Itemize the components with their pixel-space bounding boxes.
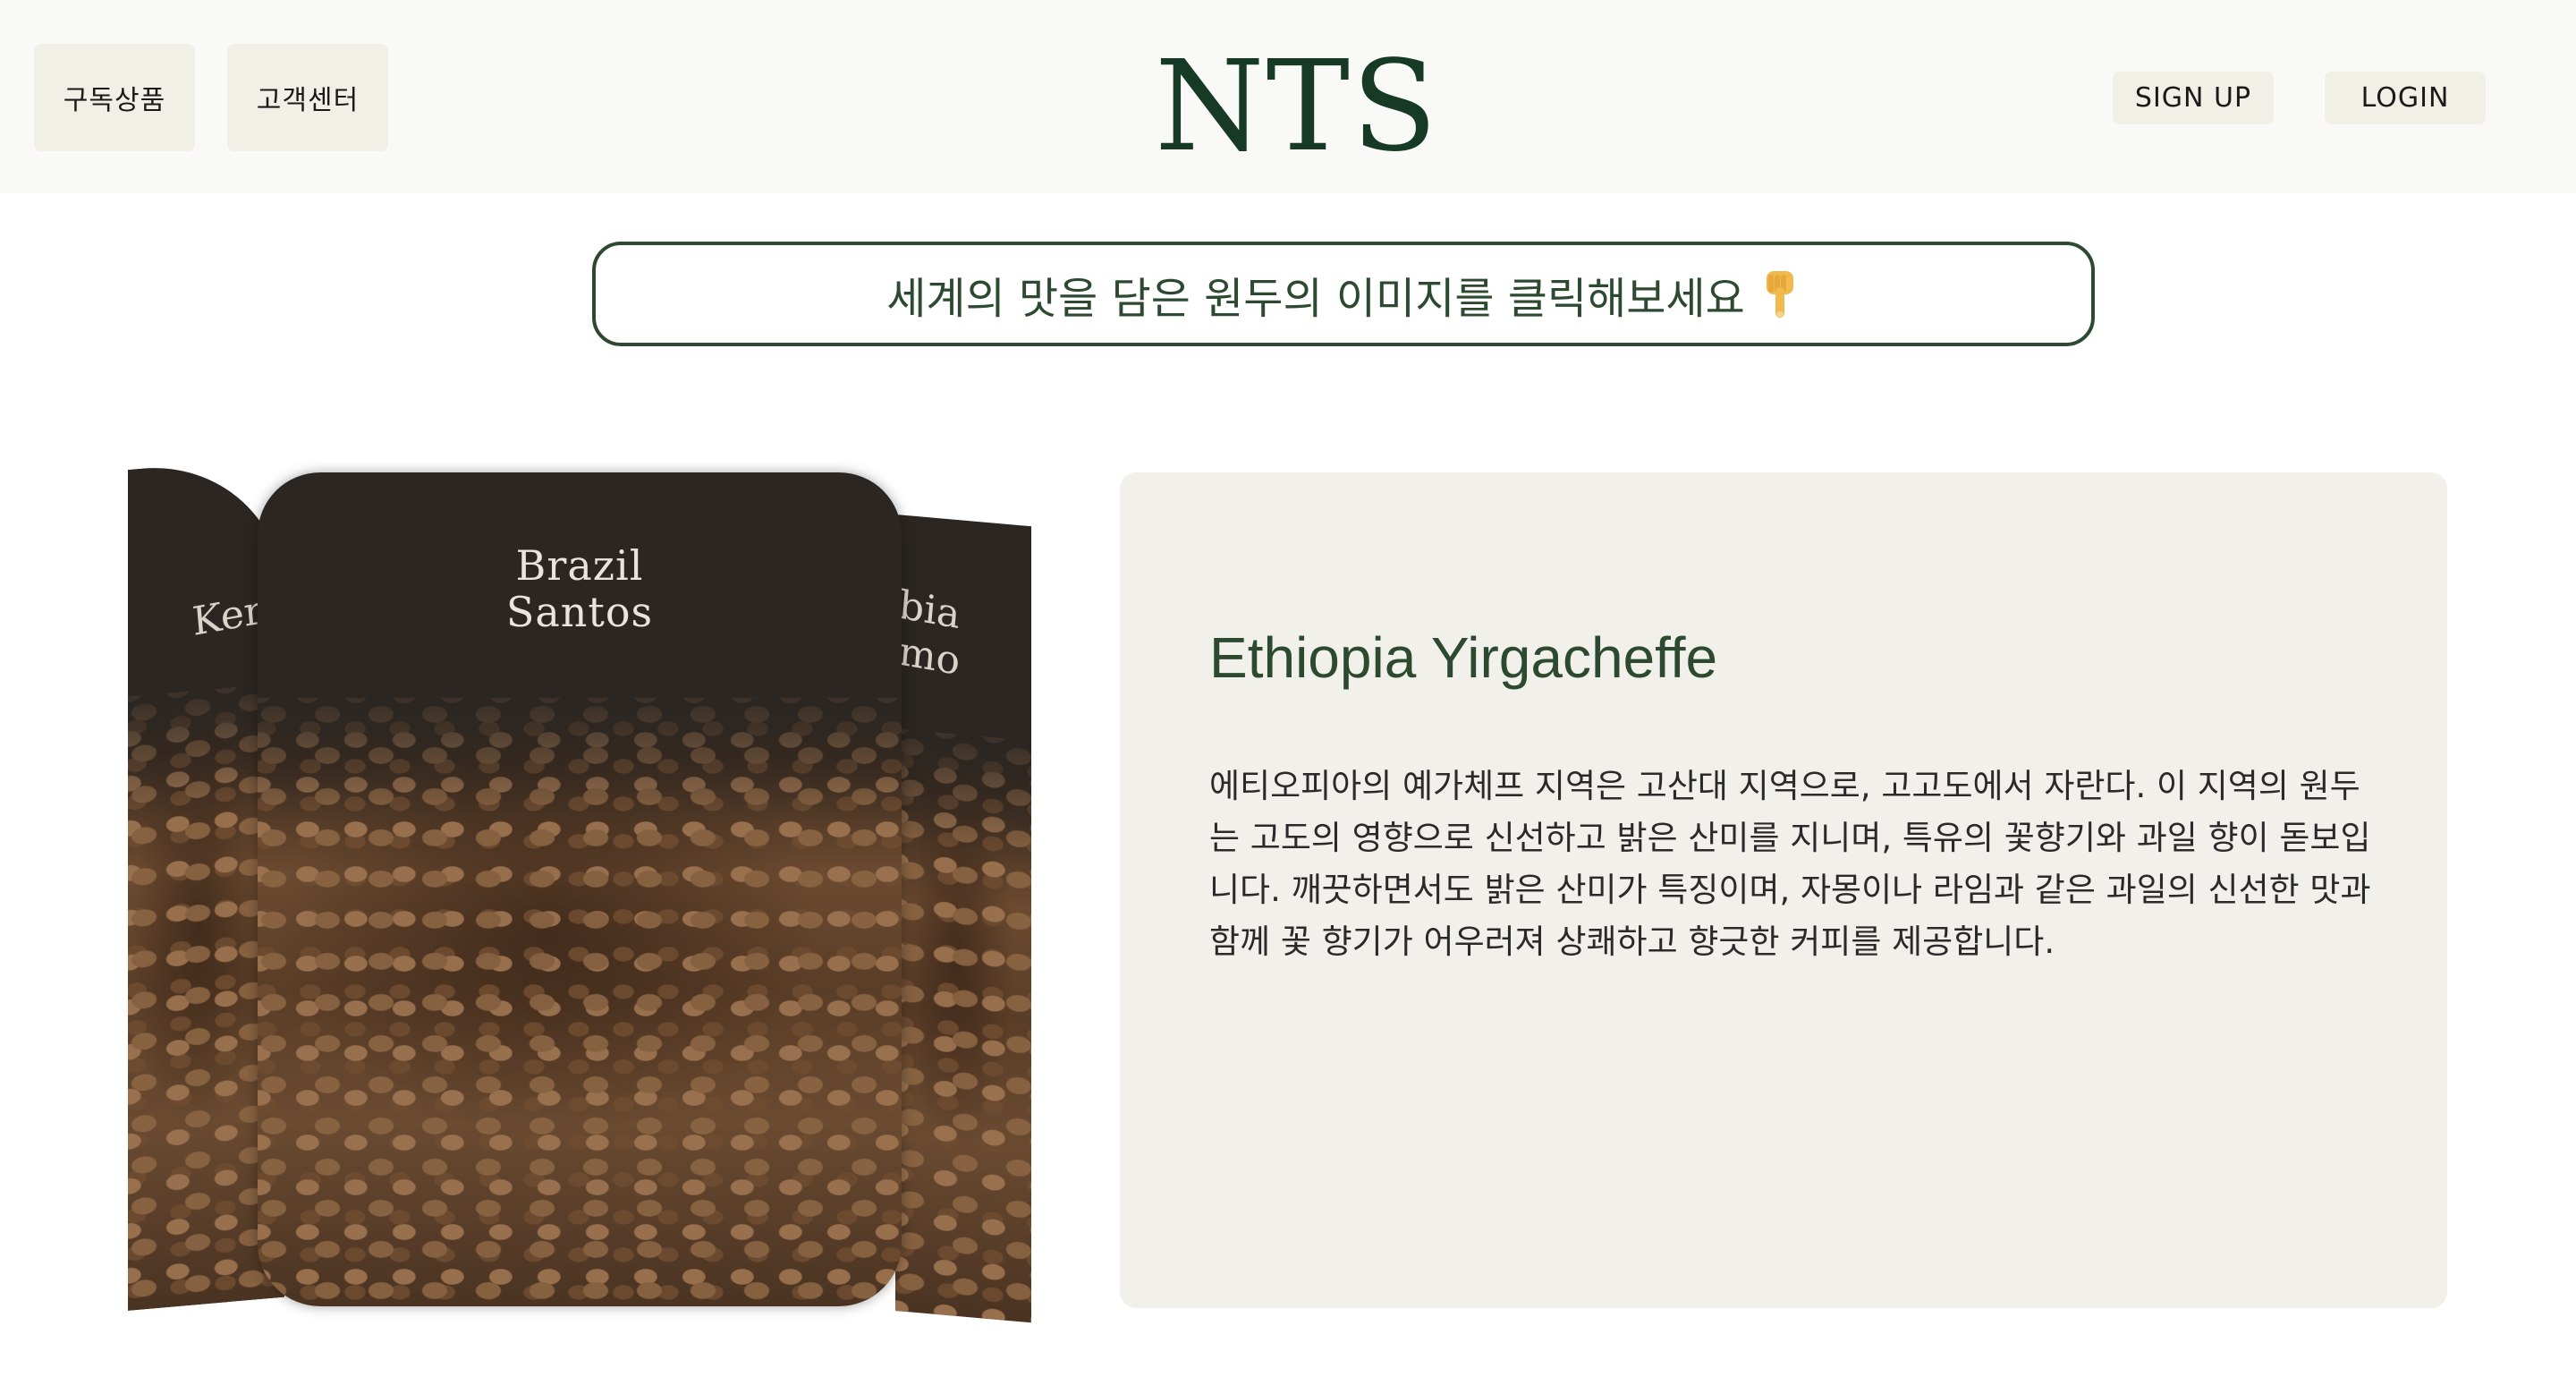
- pointing-down-hand-icon: [1759, 269, 1801, 319]
- top-navigation-bar: 구독상품 고객센터 NTS SIGN UP LOGIN: [0, 0, 2576, 193]
- card-shade: [258, 697, 902, 1306]
- card-label-left: Ker: [190, 587, 265, 645]
- card-shade: [895, 729, 1031, 1323]
- card-title-line1: Brazil: [515, 541, 644, 590]
- login-button[interactable]: LOGIN: [2325, 72, 2486, 124]
- coffee-info-panel: Ethiopia Yirgacheffe 에티오피아의 예가체프 지역은 고산대…: [1120, 472, 2447, 1308]
- banner-text: 세계의 맛을 담은 원두의 이미지를 클릭해보세요: [886, 273, 1745, 324]
- instruction-banner: 세계의 맛을 담은 원두의 이미지를 클릭해보세요: [592, 242, 2095, 346]
- coffee-description: 에티오피아의 예가체프 지역은 고산대 지역으로, 고고도에서 자란다. 이 지…: [1209, 767, 2371, 961]
- nav-subscription-products-button[interactable]: 구독상품: [34, 44, 195, 151]
- site-logo[interactable]: NTS: [1073, 45, 1521, 170]
- coffee-card-carousel: Ker bia mo Brazil Santos: [128, 455, 1031, 1323]
- coffee-card-colombia[interactable]: bia mo: [895, 514, 1031, 1323]
- card-title-line2: Santos: [505, 588, 654, 636]
- sign-up-button[interactable]: SIGN UP: [2113, 72, 2274, 124]
- coffee-card-brazil-santos[interactable]: Brazil Santos: [258, 472, 902, 1306]
- card-label-right-line2: mo: [896, 628, 962, 684]
- card-title: Brazil Santos: [258, 542, 902, 635]
- coffee-name-heading: Ethiopia Yirgacheffe: [1209, 625, 1718, 690]
- nav-customer-center-button[interactable]: 고객센터: [227, 44, 388, 151]
